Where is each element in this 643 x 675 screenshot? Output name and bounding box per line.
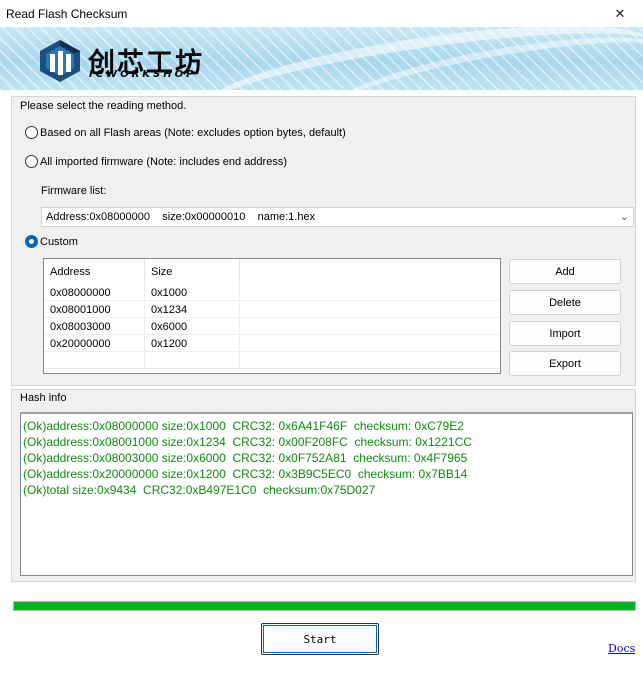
brand-banner: 创芯工坊 ICWORKSHOP <box>0 27 643 90</box>
delete-button[interactable]: Delete <box>509 290 621 315</box>
radio-all-flash[interactable]: Based on all Flash areas (Note: excludes… <box>25 126 346 139</box>
firmware-select[interactable]: Address:0x08000000 size:0x00000010 name:… <box>41 207 634 227</box>
reading-method-legend: Please select the reading method. <box>20 100 187 112</box>
radio-custom[interactable]: Custom <box>25 235 78 248</box>
radio-icon <box>25 126 38 139</box>
hash-info-legend: Hash info <box>20 392 67 404</box>
firmware-list-label: Firmware list: <box>41 185 107 197</box>
brand-name-en: ICWORKSHOP <box>89 69 197 80</box>
radio-checked-icon <box>25 235 38 248</box>
cell-size: 0x1200 <box>145 335 240 352</box>
cell-address: 0x08003000 <box>44 318 145 335</box>
table-row[interactable]: 0x08001000 0x1234 <box>44 301 500 318</box>
hash-line: (Ok)address:0x08001000 size:0x1234 CRC32… <box>23 435 472 449</box>
close-button[interactable]: ✕ <box>597 0 643 27</box>
table-row[interactable]: 0x08000000 0x1000 <box>44 284 500 301</box>
cell-address: 0x08001000 <box>44 301 145 318</box>
import-button[interactable]: Import <box>509 321 621 346</box>
radio-label: Custom <box>40 235 78 248</box>
cell-size: 0x1234 <box>145 301 240 318</box>
add-button[interactable]: Add <box>509 259 621 284</box>
table-header: Address Size <box>44 259 500 284</box>
radio-label: Based on all Flash areas (Note: excludes… <box>40 126 346 139</box>
title-bar: Read Flash Checksum ✕ <box>0 0 643 27</box>
radio-label: All imported firmware (Note: includes en… <box>40 155 287 168</box>
cell-address: 0x20000000 <box>44 335 145 352</box>
progress-fill <box>14 602 635 610</box>
hash-line: (Ok)address:0x08000000 size:0x1000 CRC32… <box>23 419 464 433</box>
cell-address: 0x08000000 <box>44 284 145 301</box>
hash-line: (Ok)address:0x08003000 size:0x6000 CRC32… <box>23 451 468 465</box>
table-row-empty[interactable] <box>44 352 500 369</box>
radio-imported-firmware[interactable]: All imported firmware (Note: includes en… <box>25 155 287 168</box>
progress-bar <box>13 601 636 611</box>
hash-output-textbox[interactable]: (Ok)address:0x08000000 size:0x1000 CRC32… <box>20 412 633 576</box>
table-row[interactable]: 0x20000000 0x1200 <box>44 335 500 352</box>
docs-link[interactable]: Docs <box>608 642 635 655</box>
window-title: Read Flash Checksum <box>6 7 128 21</box>
start-button[interactable]: Start <box>261 623 379 655</box>
custom-range-table[interactable]: Address Size 0x08000000 0x1000 0x0800100… <box>43 258 501 374</box>
hash-total-line: (Ok)total size:0x9434 CRC32:0xB497E1C0 c… <box>23 483 376 497</box>
chevron-down-icon: ⌄ <box>619 211 629 223</box>
cell-size: 0x1000 <box>145 284 240 301</box>
reading-method-group: Please select the reading method. Based … <box>11 96 636 386</box>
hash-info-group: Hash info (Ok)address:0x08000000 size:0x… <box>11 389 636 582</box>
hash-line: (Ok)address:0x20000000 size:0x1200 CRC32… <box>23 467 468 481</box>
column-header-empty <box>240 259 500 284</box>
column-header-size[interactable]: Size <box>145 259 240 284</box>
icworkshop-logo-icon <box>40 40 80 82</box>
close-icon: ✕ <box>614 5 626 21</box>
cell-size: 0x6000 <box>145 318 240 335</box>
firmware-select-value: Address:0x08000000 size:0x00000010 name:… <box>46 211 316 223</box>
export-button[interactable]: Export <box>509 351 621 376</box>
table-row[interactable]: 0x08003000 0x6000 <box>44 318 500 335</box>
cell-size <box>145 352 240 369</box>
column-header-address[interactable]: Address <box>44 259 145 284</box>
cell-address <box>44 352 145 369</box>
radio-icon <box>25 155 38 168</box>
